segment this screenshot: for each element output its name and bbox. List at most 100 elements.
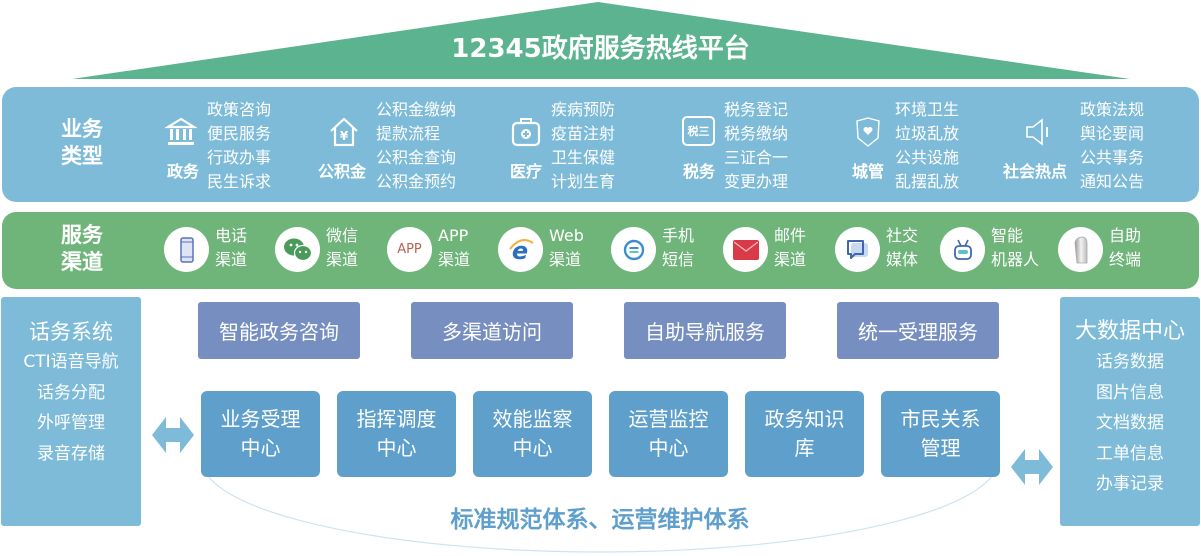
business-item: 公积金查询 — [376, 148, 457, 167]
social-chat-icon — [846, 239, 868, 259]
business-item: 环境卫生 — [895, 100, 960, 119]
service-box[interactable]: 统一受理服务 — [837, 302, 999, 359]
center-box-line: 市民关系 — [900, 407, 981, 431]
center-box[interactable]: 运营监控 中心 — [609, 391, 728, 477]
double-arrow-right-icon — [1011, 449, 1053, 485]
business-item: 公共设施 — [895, 148, 960, 167]
business-group-social-hotspots[interactable]: 社会热点 政策法规 舆论要闻 公共事务 通知公告 — [1003, 98, 1153, 198]
government-building-icon — [165, 117, 197, 145]
big-data-item: 工单信息 — [1096, 443, 1164, 464]
business-group-name: 税务 — [683, 162, 716, 181]
tax-icon: 税三 — [682, 116, 715, 146]
channel-label: 自助 终端 — [1109, 224, 1141, 272]
label-line: 业务 — [61, 117, 103, 141]
label-line: 渠道 — [61, 250, 103, 274]
channel-label-line: 渠道 — [215, 250, 248, 269]
service-box[interactable]: 智能政务咨询 — [198, 302, 360, 359]
channel-label-line: 智能 — [991, 226, 1024, 245]
business-group-tax[interactable]: 税三 税务 税务登记 税务缴纳 三证合一 变更办理 — [682, 98, 797, 198]
business-group-housing-fund[interactable]: ¥ 公积金 公积金缴纳 提款流程 公积金查询 公积金预约 — [318, 98, 463, 198]
business-group-government[interactable]: 政务 政策咨询 便民服务 行政办事 民生诉求 — [165, 98, 280, 198]
channel-label: APP 渠道 — [438, 224, 470, 272]
channel-label-line: 短信 — [662, 250, 695, 269]
channel-label-line: 手机 — [662, 226, 695, 245]
business-group-city-management[interactable]: 城管 环境卫生 垃圾乱放 公共设施 乱摆乱放 — [852, 98, 967, 198]
center-box-line: 中心 — [240, 436, 281, 460]
channel-label-line: Web — [549, 226, 584, 245]
channel-label: 智能 机器人 — [991, 224, 1039, 272]
center-box-line: 业务受理 — [220, 407, 301, 431]
service-box[interactable]: 自助导航服务 — [624, 302, 786, 359]
center-box[interactable]: 效能监察 中心 — [473, 391, 592, 477]
call-system-panel: 话务系统 CTI语音导航 话务分配 外呼管理 录音存储 — [1, 297, 141, 526]
business-item: 计划生育 — [551, 172, 616, 191]
business-item: 公积金缴纳 — [376, 100, 457, 119]
svg-text:¥: ¥ — [340, 129, 349, 143]
center-box-line: 中心 — [512, 436, 553, 460]
business-item: 公积金预约 — [376, 172, 457, 191]
speaker-icon — [1026, 118, 1048, 146]
service-box[interactable]: 多渠道访问 — [411, 302, 573, 359]
business-group-name: 城管 — [852, 162, 885, 181]
business-item: 行政办事 — [207, 148, 272, 167]
channel-label-line: 渠道 — [438, 250, 471, 269]
business-group-name: 社会热点 — [1003, 162, 1068, 181]
business-item: 垃圾乱放 — [895, 124, 960, 143]
business-item: 疫苗注射 — [551, 124, 616, 143]
big-data-center-title: 大数据中心 — [1074, 319, 1185, 344]
channel-label: 微信 渠道 — [326, 224, 358, 272]
big-data-item: 办事记录 — [1096, 474, 1164, 494]
phone-icon — [179, 236, 194, 263]
business-group-items: 税务登记 税务缴纳 三证合一 变更办理 — [724, 98, 788, 194]
standards-text: 标准规范体系、运营维护体系 — [450, 507, 750, 533]
channel-label-line: 电话 — [215, 226, 248, 245]
big-data-item: 话务数据 — [1096, 352, 1164, 372]
channel-label-line: 微信 — [326, 226, 359, 245]
channel-label: 手机 短信 — [662, 224, 694, 272]
channel-label-line: 媒体 — [886, 250, 919, 269]
robot-icon — [953, 239, 972, 260]
big-data-center-panel: 大数据中心 话务数据 图片信息 文档数据 工单信息 办事记录 — [1060, 297, 1200, 526]
business-group-medical[interactable]: 医疗 疾病预防 疫苗注射 卫生保健 计划生育 — [510, 98, 625, 198]
center-box[interactable]: 政务知识库 — [745, 391, 864, 477]
channel-label: 社交 媒体 — [886, 224, 918, 272]
center-box[interactable]: 指挥调度 中心 — [337, 391, 456, 477]
channel-label-line: 终端 — [1109, 250, 1142, 269]
channel-label: 电话 渠道 — [215, 224, 247, 272]
channel-label: 邮件 渠道 — [774, 224, 806, 272]
web-browser-icon: e — [508, 237, 534, 263]
business-item: 政策法规 — [1080, 100, 1145, 119]
call-system-item: 外呼管理 — [37, 413, 105, 433]
channel-label-line: 社交 — [886, 226, 919, 245]
call-system-title: 话务系统 — [29, 320, 113, 344]
center-box[interactable]: 市民关系 管理 — [881, 391, 1000, 477]
business-item: 乱摆乱放 — [895, 172, 960, 191]
sms-icon — [623, 239, 644, 260]
center-box-line: 政务知识 — [764, 407, 845, 431]
channel-icon-circle: APP — [387, 227, 432, 272]
business-item: 疾病预防 — [551, 100, 616, 119]
business-item: 民生诉求 — [207, 172, 272, 191]
medical-kit-icon — [511, 118, 541, 147]
channel-label-line: 渠道 — [326, 250, 359, 269]
channel-icon-circle — [611, 227, 656, 272]
big-data-item: 图片信息 — [1096, 382, 1164, 403]
tax-icon-text: 税三 — [687, 125, 710, 138]
center-box-line: 运营监控 — [628, 407, 709, 431]
business-group-items: 政策法规 舆论要闻 公共事务 通知公告 — [1080, 98, 1144, 194]
channel-label-line: 机器人 — [991, 250, 1040, 269]
center-box-line: 库 — [794, 436, 815, 460]
center-box[interactable]: 业务受理 中心 — [201, 391, 320, 477]
channel-icon-circle — [275, 227, 320, 272]
business-item: 税务登记 — [724, 100, 789, 119]
channel-label: Web 渠道 — [549, 224, 584, 272]
channel-label-line: APP — [438, 226, 469, 245]
business-item: 税务缴纳 — [724, 124, 789, 143]
business-group-items: 政策咨询 便民服务 行政办事 民生诉求 — [207, 98, 271, 194]
channel-label-line: 渠道 — [774, 250, 807, 269]
business-item: 舆论要闻 — [1080, 124, 1145, 143]
business-item: 三证合一 — [724, 148, 789, 167]
label-line: 类型 — [61, 144, 103, 168]
wechat-icon — [283, 238, 312, 261]
business-item: 提款流程 — [376, 124, 441, 143]
